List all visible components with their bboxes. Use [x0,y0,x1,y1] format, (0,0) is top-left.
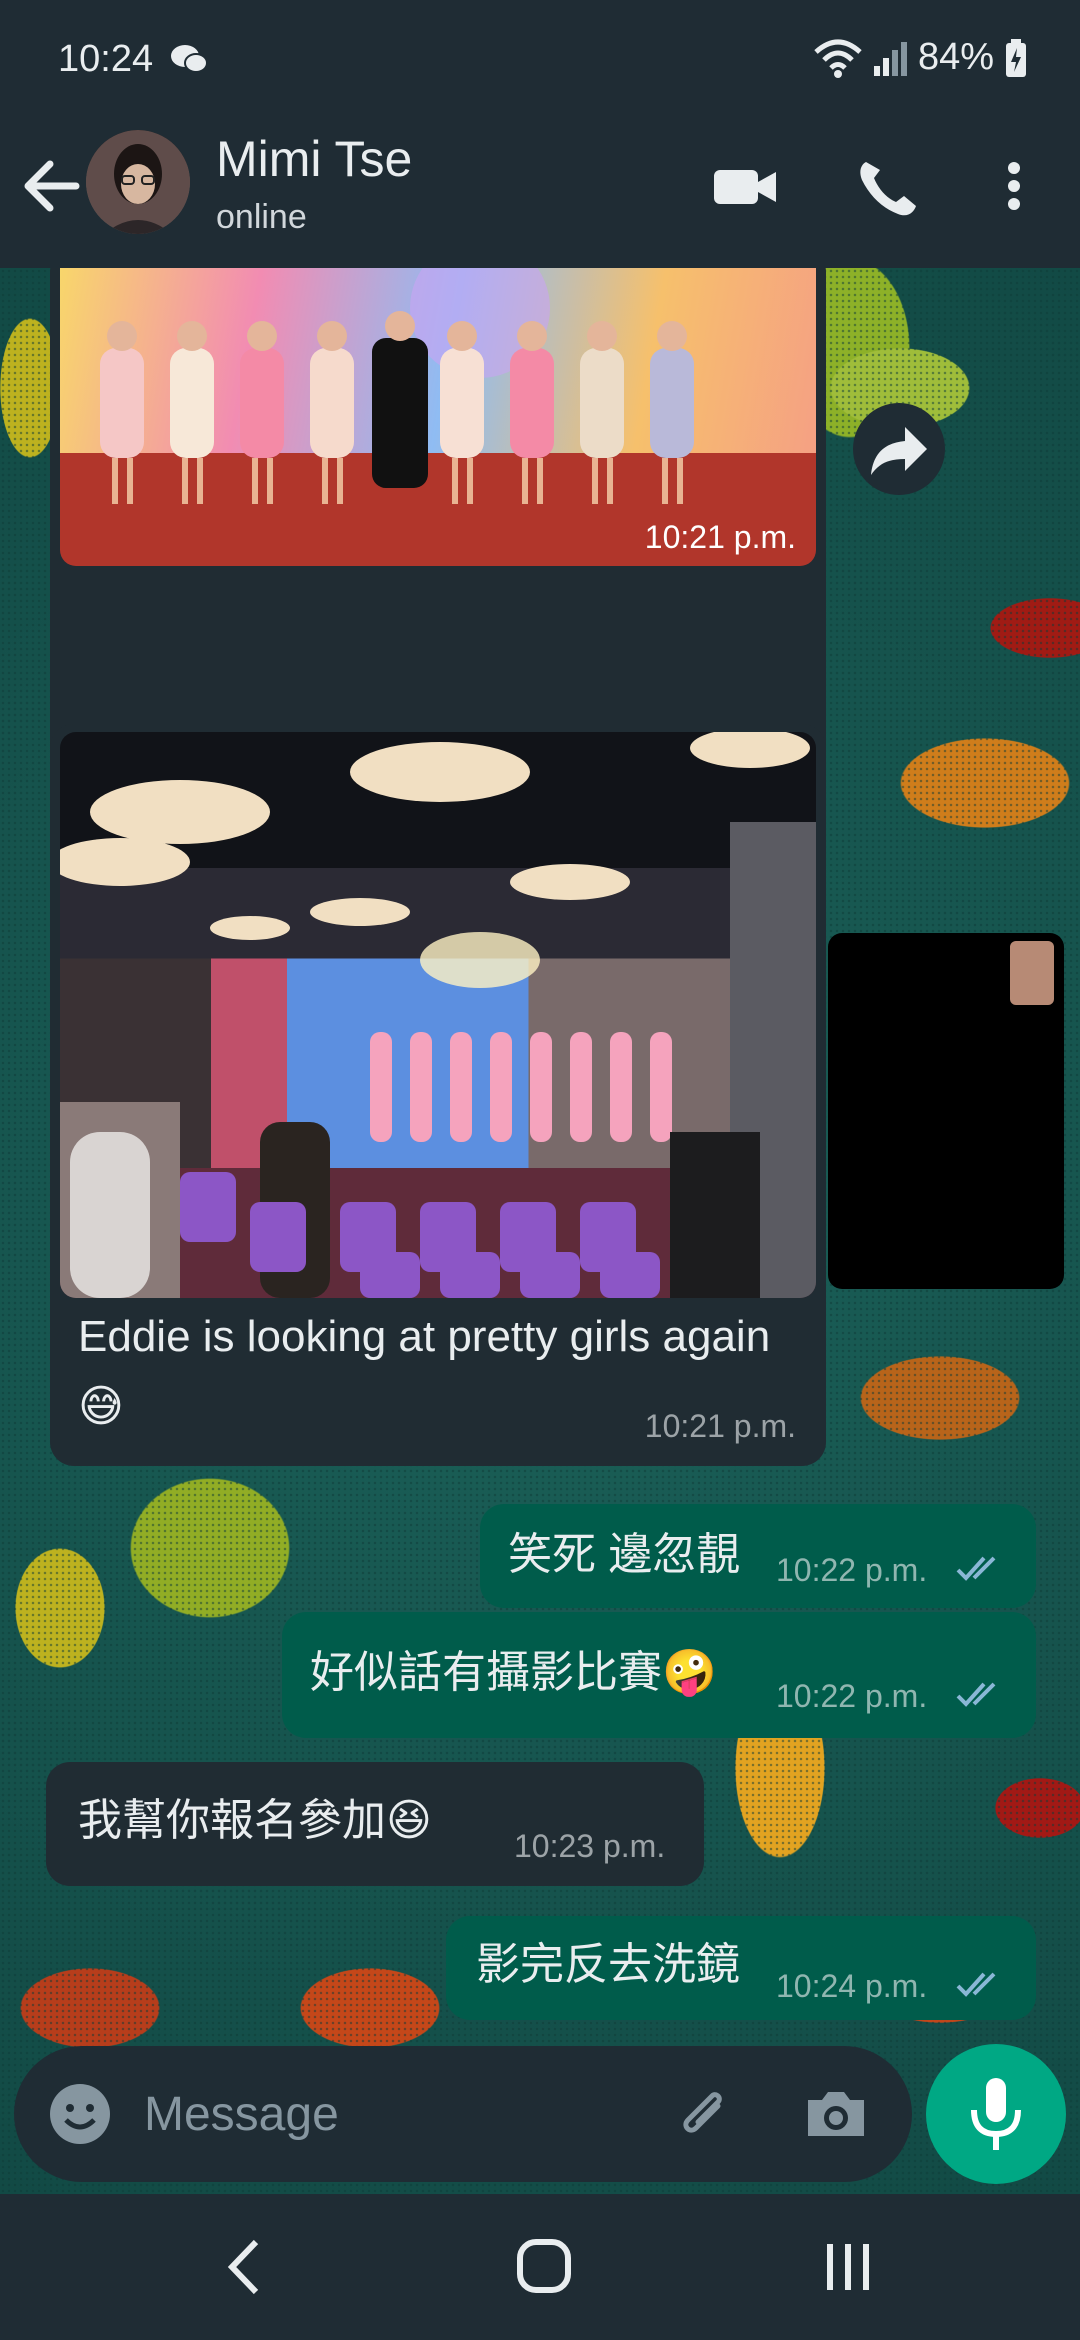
back-nav-icon[interactable] [206,2232,286,2302]
message-text: 笑死 邊忽靚 [508,1530,741,1579]
signal-icon [873,41,907,76]
avatar-picture [86,130,190,234]
message-time: 10:22 p.m. [776,1552,928,1588]
wifi-icon [814,39,862,78]
attach-icon[interactable] [670,2078,742,2150]
battery-percent: 84% [917,36,994,78]
message-time: 10:24 p.m. [776,1968,928,2004]
image-attachment[interactable]: 10:21 p.m. [60,268,816,566]
home-nav-icon[interactable] [504,2232,584,2302]
message-bubble-outgoing[interactable]: 笑死 邊忽靚 10:22 p.m. [480,1504,1036,1608]
chat-header: Mimi Tse online [0,124,1080,268]
image-attachment[interactable] [60,732,816,1298]
message-time: 10:21 p.m. [644,519,796,555]
ballroom-photo [60,732,816,1298]
message-bubble-outgoing[interactable]: 好似話有攝影比賽🤪 10:22 p.m. [282,1612,1036,1738]
read-receipt-icon [956,1682,996,1707]
avatar[interactable] [86,130,190,234]
status-right: 84% [814,36,1028,79]
battery-icon [1006,38,1026,77]
contact-status: online [216,198,307,236]
message-time: 10:22 p.m. [776,1678,928,1714]
message-text: 我幫你報名參加😆 [78,1796,432,1845]
message-bubble-incoming[interactable]: Eddie is looking at pretty girls again 😅… [50,724,826,1466]
message-text: 好似話有攝影比賽🤪 [310,1648,717,1697]
system-nav-bar [0,2194,1080,2340]
forward-icon [871,427,927,475]
wechat-icon [171,45,208,73]
voice-message-button[interactable] [926,2044,1066,2184]
chat-area[interactable]: 10:21 p.m. Eddie is looking at pretty gi… [0,268,1080,2194]
message-time: 10:23 p.m. [514,1828,666,1864]
camera-icon[interactable] [800,2078,872,2150]
message-text: 影完反去洗鏡 [476,1940,740,1989]
message-time: 10:21 p.m. [644,1408,796,1444]
read-receipt-icon [956,1556,996,1581]
message-input[interactable] [144,2082,644,2146]
phone-icon[interactable] [852,154,924,218]
self-camera-thumbnail[interactable] [1010,941,1054,1005]
more-vert-icon[interactable] [978,154,1050,218]
status-time: 10:24 [58,38,154,80]
status-bar: 10:24 84% [0,0,1080,124]
message-bubble-incoming[interactable]: 我幫你報名參加😆 10:23 p.m. [46,1762,704,1886]
mic-icon [971,2078,1021,2150]
contact-name[interactable]: Mimi Tse [216,130,412,188]
forward-button[interactable] [853,403,945,495]
message-bubble-outgoing[interactable]: 影完反去洗鏡 10:24 p.m. [446,1916,1036,2020]
back-arrow-icon[interactable] [20,154,82,218]
video-call-icon[interactable] [710,154,782,218]
emoji-icon[interactable] [44,2078,116,2150]
recents-nav-icon[interactable] [808,2232,888,2302]
message-composer [14,2046,912,2182]
video-call-preview[interactable] [828,933,1064,1289]
read-receipt-icon [956,1972,996,1997]
